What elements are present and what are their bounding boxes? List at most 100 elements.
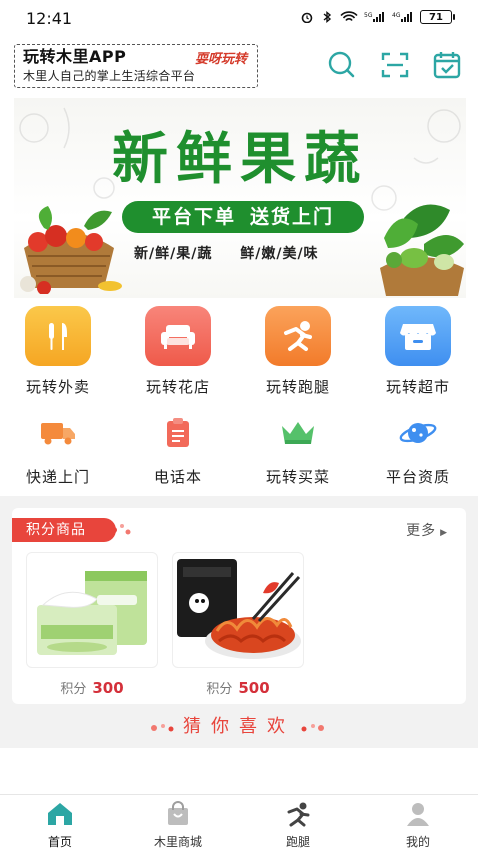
product-price: 积分 500 [172, 678, 304, 697]
tab-errand[interactable]: 跑腿 [248, 801, 348, 850]
service-label: 快递上门 [25, 468, 90, 486]
product-price: 积分 300 [26, 678, 158, 697]
secondary-services: 快递上门 电话本 玩转买菜 平台资质 [0, 416, 478, 496]
tab-icon-wrap [368, 801, 468, 827]
tab-label: 木里商城 [153, 835, 202, 849]
planet-icon [399, 423, 437, 443]
service-phonebook[interactable]: 电话本 [128, 416, 228, 487]
service-errand[interactable]: 玩转跑腿 [248, 306, 348, 397]
home-icon [48, 803, 72, 825]
service-waimai[interactable]: 玩转外卖 [8, 306, 108, 397]
service-icon-wrap [128, 416, 228, 450]
tab-profile[interactable]: 我的 [368, 801, 468, 850]
price-value: 300 [92, 679, 124, 697]
price-prefix: 积分 [206, 682, 233, 697]
notebook-icon [167, 418, 189, 447]
service-label: 电话本 [153, 468, 202, 486]
service-label: 玩转外卖 [25, 378, 90, 396]
points-tag-label: 积分商品 [26, 522, 86, 538]
fork-knife-icon [49, 323, 67, 350]
service-label: 玩转花店 [145, 378, 210, 396]
service-tile [265, 306, 331, 366]
points-product[interactable]: 积分 500 [172, 552, 304, 697]
status-bar: 12:41 5G 4G 71 [0, 0, 478, 36]
battery-indicator: 71 [420, 10, 455, 24]
service-qualification[interactable]: 平台资质 [368, 416, 468, 487]
more-link[interactable]: 更多 ▶ [406, 520, 448, 540]
search-icon [328, 51, 355, 78]
spicy-noodles-image [177, 559, 301, 659]
status-time: 12:41 [26, 9, 73, 28]
bluetooth-icon [323, 11, 332, 23]
alarm-icon [301, 12, 313, 23]
service-tile [385, 306, 451, 366]
service-flower-shop[interactable]: 玩转花店 [128, 306, 228, 397]
brand-logo: 耍呀玩转 [194, 52, 247, 67]
primary-services: 玩转外卖 玩转花店 玩转跑腿 玩转超市 [0, 306, 478, 402]
service-icon-wrap [8, 416, 108, 450]
crown-icon [282, 422, 314, 444]
tab-label: 首页 [47, 835, 72, 849]
banner-tag: 新/鲜/果/蔬 [134, 246, 213, 262]
status-icons: 5G 4G 71 [300, 10, 455, 24]
tab-home[interactable]: 首页 [10, 801, 110, 850]
calendar-check-icon [433, 52, 461, 79]
tissue-pack-image [37, 571, 147, 655]
banner-pill-right: 送货上门 [250, 206, 335, 228]
user-icon [407, 803, 429, 826]
store-icon [400, 324, 436, 350]
signal-4g-icon: 4G [392, 12, 412, 22]
service-label: 玩转跑腿 [265, 378, 330, 396]
promo-banner[interactable]: 新鲜果蔬 平台下单 送货上门 新/鲜/果/蔬 鲜/嫩/美/味 [14, 98, 466, 298]
service-express[interactable]: 快递上门 [8, 416, 108, 487]
tab-mall[interactable]: 木里商城 [128, 801, 228, 850]
tab-label: 我的 [405, 835, 430, 849]
bottom-tab-bar: 首页 木里商城 跑腿 我的 [0, 794, 478, 850]
app-header: 玩转木里APP 耍呀玩转 木里人自己的掌上生活综合平台 [0, 36, 478, 94]
truck-icon [41, 423, 75, 445]
guess-title: 猜你喜欢 [183, 716, 295, 737]
battery-level: 71 [429, 11, 443, 23]
wifi-icon [340, 11, 358, 22]
signal-5g-icon: 5G [364, 12, 384, 22]
app-slogan: 木里人自己的掌上生活综合平台 [23, 69, 196, 83]
service-icon-wrap [368, 416, 468, 450]
service-groceries[interactable]: 玩转买菜 [248, 416, 348, 487]
more-label: 更多 [406, 523, 437, 539]
service-label: 玩转买菜 [265, 468, 330, 486]
points-tag: 积分商品 [12, 518, 131, 542]
checkin-button[interactable] [432, 50, 462, 80]
banner-tags: 新/鲜/果/蔬 鲜/嫩/美/味 [134, 243, 341, 263]
decor-dots-icon [151, 724, 174, 732]
scan-icon [381, 52, 409, 78]
svg-text:5G: 5G [364, 12, 373, 19]
tab-label: 跑腿 [285, 835, 310, 849]
service-tile [145, 306, 211, 366]
tab-icon-wrap [10, 801, 110, 827]
product-image [172, 552, 304, 668]
search-button[interactable] [326, 50, 356, 80]
service-tile [25, 306, 91, 366]
guess-you-like-header: 猜你喜欢 [0, 710, 478, 744]
service-label: 平台资质 [385, 468, 450, 486]
decor-dots-icon [111, 524, 131, 535]
points-product[interactable]: 积分 300 [26, 552, 158, 697]
service-icon-wrap [248, 416, 348, 450]
tab-icon-wrap [248, 801, 348, 827]
service-supermarket[interactable]: 玩转超市 [368, 306, 468, 397]
svg-text:4G: 4G [392, 12, 401, 19]
shopping-bag-icon [168, 801, 188, 825]
banner-pill: 平台下单 送货上门 [122, 201, 364, 233]
service-label: 玩转超市 [385, 378, 450, 396]
sofa-icon [161, 325, 195, 349]
banner-pill-left: 平台下单 [151, 206, 236, 228]
product-image [26, 552, 158, 668]
banner-tag: 鲜/嫩/美/味 [240, 246, 319, 262]
triangle-right-icon: ▶ [440, 528, 448, 538]
points-card: 积分商品 更多 ▶ 积分 300 积分 500 [12, 508, 466, 704]
scan-button[interactable] [380, 50, 410, 80]
tab-icon-wrap [128, 801, 228, 827]
banner-title: 新鲜果蔬 [112, 126, 368, 192]
price-prefix: 积分 [60, 682, 87, 697]
vegetable-basket-image [20, 206, 122, 294]
